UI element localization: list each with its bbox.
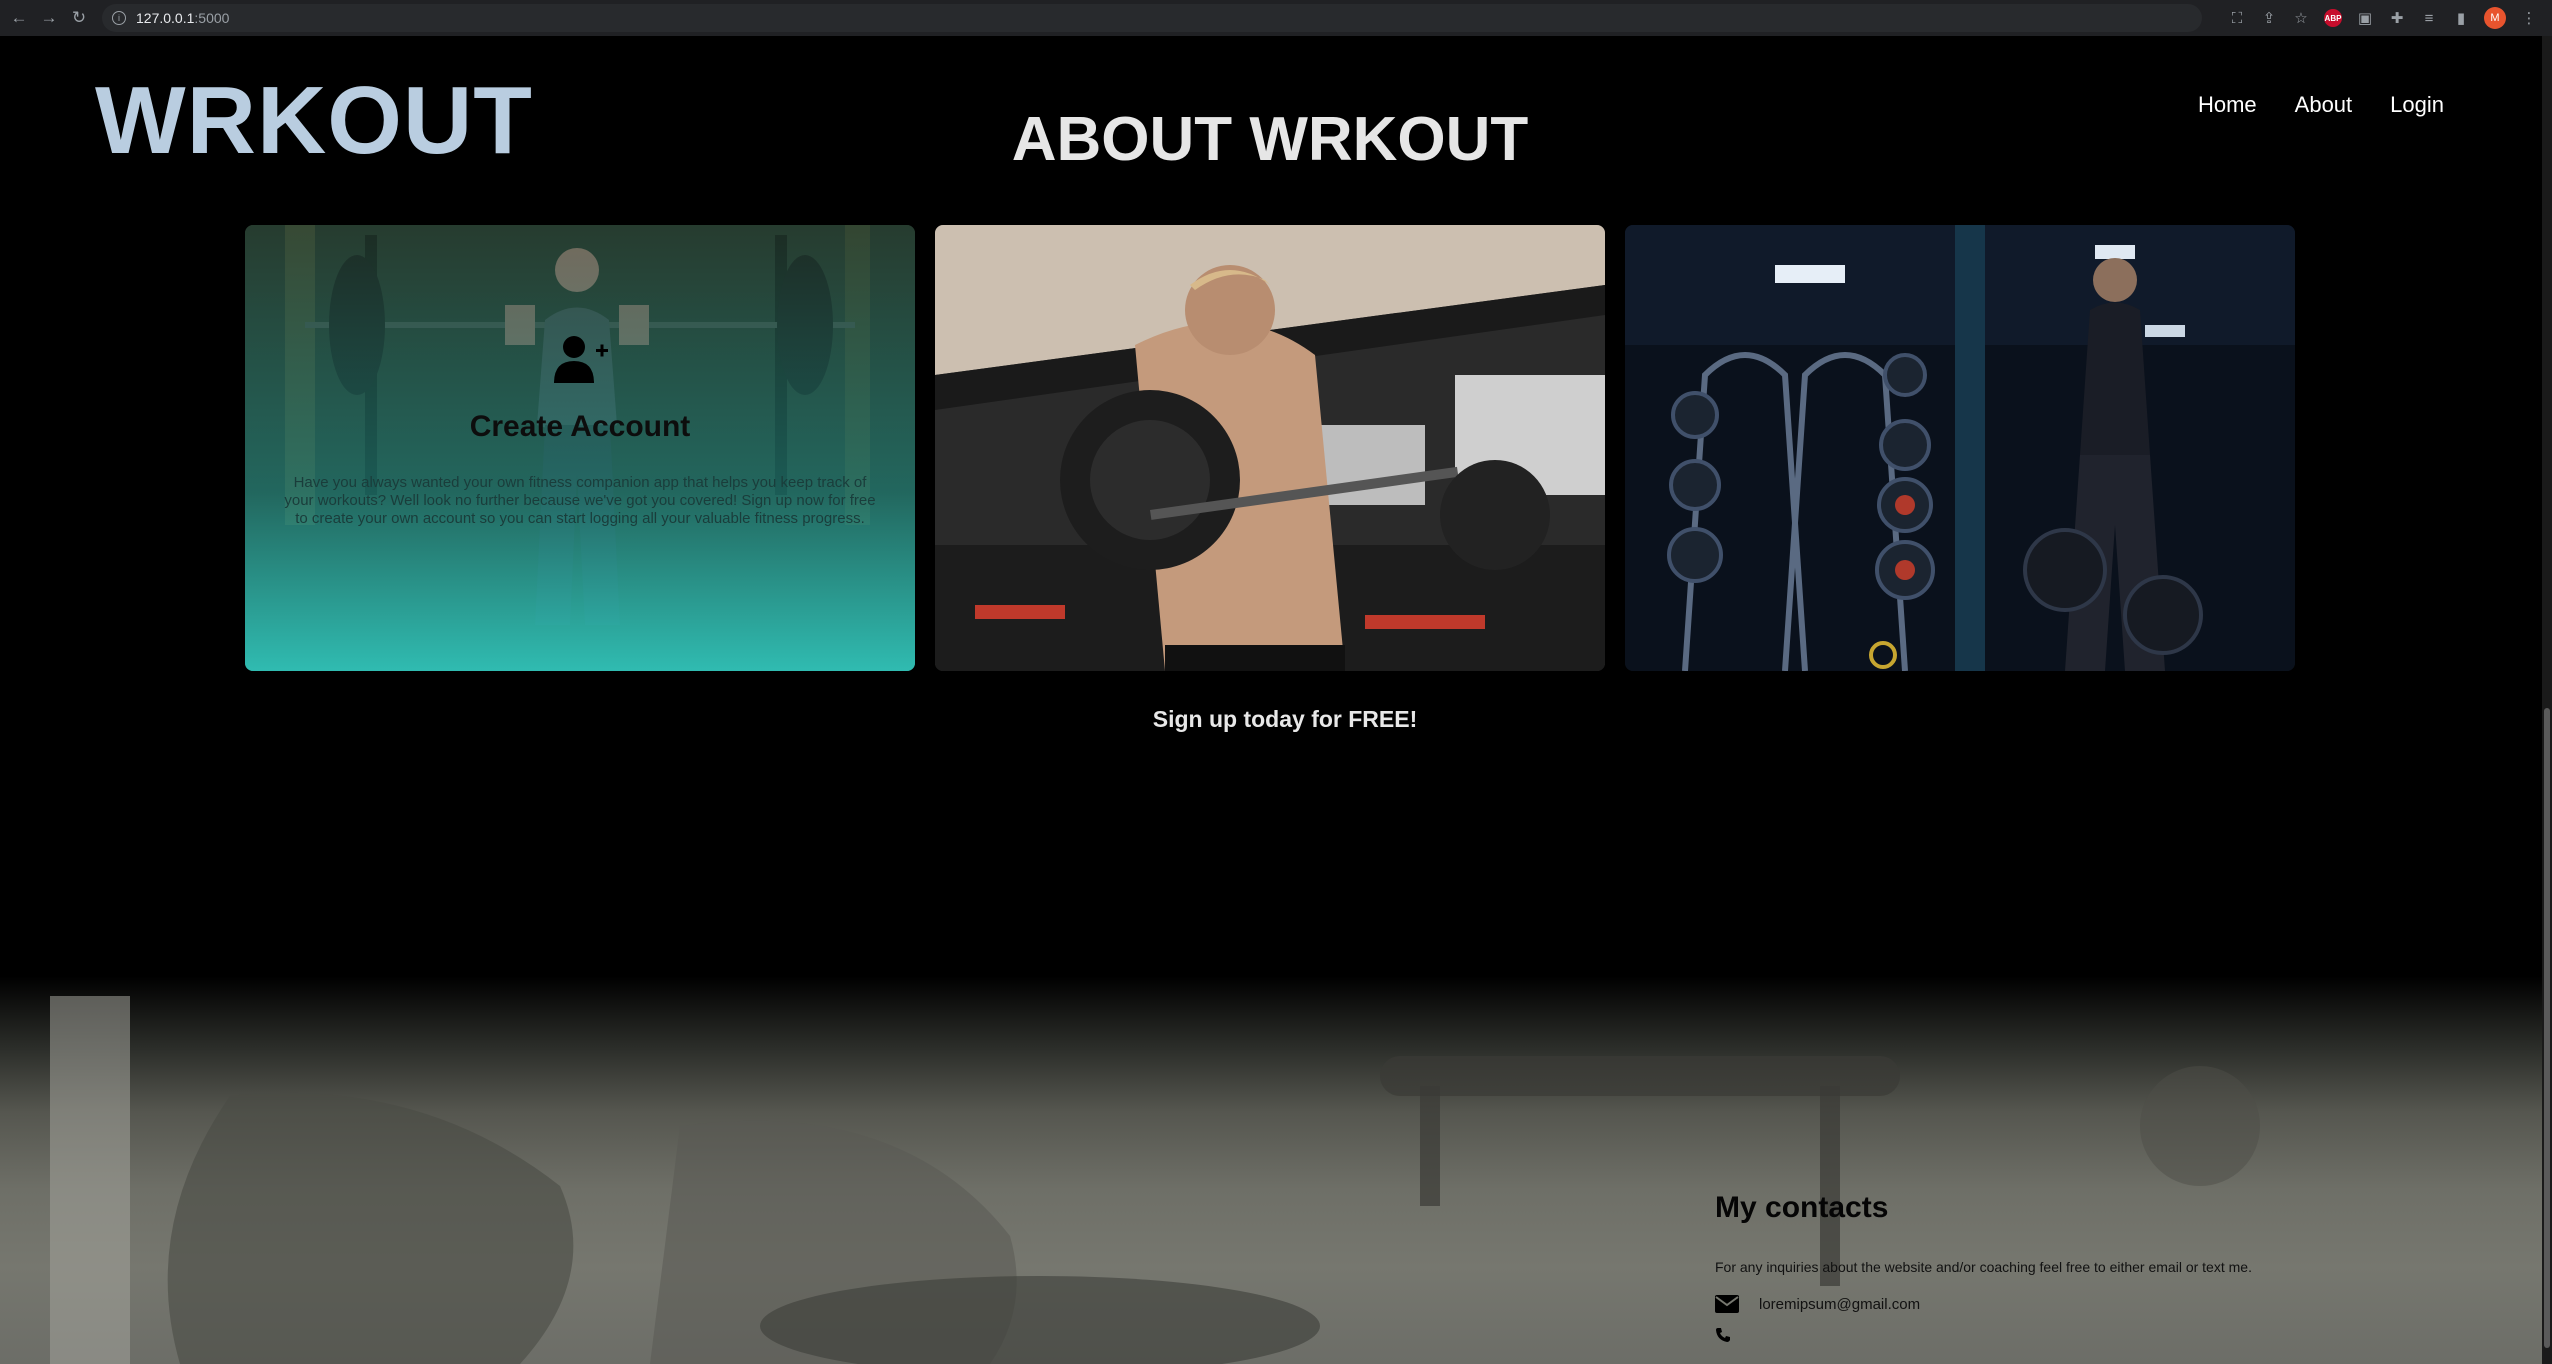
scrollbar-thumb[interactable] <box>2544 708 2550 1348</box>
woman-gym-photo <box>1625 225 2295 671</box>
reading-list-icon[interactable]: ≡ <box>2420 9 2438 27</box>
create-account-content: Create Account Have you always wanted yo… <box>245 335 915 528</box>
feature-cards: Create Account Have you always wanted yo… <box>245 225 2295 671</box>
puzzle-icon[interactable]: ✚ <box>2388 9 2406 27</box>
user-plus-icon <box>554 336 608 383</box>
man-lifting-photo <box>935 225 1605 671</box>
phone-icon <box>1716 1328 1730 1342</box>
page-scrollbar[interactable] <box>2542 36 2552 1364</box>
reload-icon[interactable]: ↻ <box>68 7 90 29</box>
woman-gym-photo-card <box>1625 225 2295 671</box>
contacts-description: For any inquiries about the website and/… <box>1715 1259 2252 1275</box>
menu-icon[interactable]: ⋮ <box>2520 9 2538 27</box>
page-title: ABOUT WRKOUT <box>1011 105 1529 174</box>
create-account-heading: Create Account <box>469 410 691 443</box>
create-account-text: Have you always wanted your own fitness … <box>284 474 876 527</box>
translate-icon[interactable]: ⛶ <box>2228 9 2246 27</box>
create-account-card[interactable]: Create Account Have you always wanted yo… <box>245 225 915 671</box>
share-icon[interactable]: ⇪ <box>2260 9 2278 27</box>
browser-toolbar: ← → ↻ i 127.0.0.1:5000 ⛶ ⇪ ☆ ABP ▣ ✚ ≡ ▮… <box>0 0 2552 36</box>
contacts-heading: My contacts <box>1715 1191 1889 1224</box>
signup-tagline: Sign up today for FREE! <box>1152 706 1418 732</box>
email-address[interactable]: loremipsum@gmail.com <box>1759 1296 1920 1313</box>
man-lifting-photo-card <box>935 225 1605 671</box>
adblock-icon[interactable]: ABP <box>2324 9 2342 27</box>
extension-icon[interactable]: ▣ <box>2356 9 2374 27</box>
url-port: :5000 <box>194 10 230 26</box>
side-panel-icon[interactable]: ▮ <box>2452 9 2470 27</box>
extensions-area: ⛶ ⇪ ☆ ABP ▣ ✚ ≡ ▮ M ⋮ <box>2228 7 2538 29</box>
contacts-section: My contacts For any inquiries about the … <box>1715 1191 2252 1348</box>
bookmark-star-icon[interactable]: ☆ <box>2292 9 2310 27</box>
back-icon[interactable]: ← <box>8 7 30 29</box>
page: WRKOUT Home About Login ABOUT WRKOUT Cre… <box>0 36 2552 1364</box>
envelope-icon <box>1715 1295 1739 1313</box>
forward-icon[interactable]: → <box>38 7 60 29</box>
site-info-icon[interactable]: i <box>112 11 126 25</box>
address-bar[interactable]: i 127.0.0.1:5000 <box>102 4 2202 32</box>
url-host: 127.0.0.1 <box>136 10 195 26</box>
email-row: loremipsum@gmail.com <box>1715 1295 2252 1313</box>
profile-avatar[interactable]: M <box>2484 7 2506 29</box>
footer: My contacts For any inquiries about the … <box>0 976 2542 1364</box>
